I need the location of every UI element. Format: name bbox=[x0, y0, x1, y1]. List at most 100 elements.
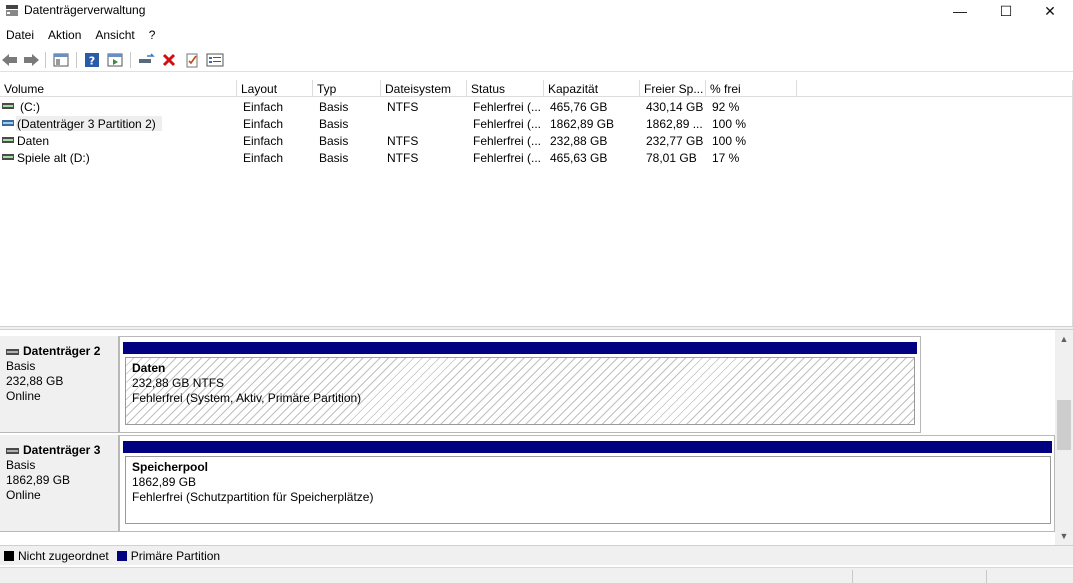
cell-status: Fehlerfrei (... bbox=[473, 134, 542, 148]
column-header-freier-speicher[interactable]: Freier Sp... bbox=[640, 80, 706, 97]
cell-dateisystem: NTFS bbox=[387, 151, 419, 165]
disk-drive-icon bbox=[6, 348, 19, 355]
svg-text:?: ? bbox=[89, 55, 95, 68]
toolbar: ? bbox=[0, 48, 1073, 72]
volume-drive-icon bbox=[2, 154, 14, 160]
column-header-volume[interactable]: Volume bbox=[0, 80, 237, 97]
cell-freier-speicher: 430,14 GB bbox=[646, 100, 704, 114]
column-header-dateisystem[interactable]: Dateisystem bbox=[381, 80, 467, 97]
partition-name: Daten bbox=[132, 361, 166, 375]
cell-freier-speicher: 232,77 GB bbox=[646, 134, 704, 148]
cell-volume: Spiele alt (D:) bbox=[17, 151, 90, 165]
delete-icon[interactable] bbox=[159, 51, 179, 69]
cell-layout: Einfach bbox=[243, 100, 284, 114]
volume-drive-icon bbox=[2, 120, 14, 126]
legend-label-primary: Primäre Partition bbox=[130, 548, 221, 563]
cell-freier-speicher: 78,01 GB bbox=[646, 151, 697, 165]
cell-dateisystem: NTFS bbox=[387, 100, 419, 114]
table-row[interactable]: (C:) Einfach Basis NTFS Fehlerfrei (... … bbox=[0, 98, 1073, 115]
status-pane bbox=[852, 570, 986, 583]
column-header-kapazitaet[interactable]: Kapazität bbox=[544, 80, 640, 97]
column-header-status[interactable]: Status bbox=[467, 80, 544, 97]
console-tree-icon[interactable] bbox=[51, 51, 71, 69]
column-header-typ[interactable]: Typ bbox=[313, 80, 381, 97]
disk-2-type: Basis bbox=[6, 359, 36, 373]
disk-3-name: Datenträger 3 bbox=[23, 443, 101, 457]
cell-status: Fehlerfrei (... bbox=[473, 100, 542, 114]
menu-datei[interactable]: Datei bbox=[0, 25, 40, 45]
scroll-up-button[interactable]: ▲ bbox=[1055, 332, 1073, 346]
toolbar-separator bbox=[130, 52, 131, 68]
cell-prozent-frei: 100 % bbox=[712, 134, 747, 148]
status-bar bbox=[0, 567, 1073, 583]
cell-layout: Einfach bbox=[243, 134, 284, 148]
cell-freier-speicher: 1862,89 ... bbox=[646, 117, 703, 131]
partition-status: Fehlerfrei (System, Aktiv, Primäre Parti… bbox=[132, 391, 362, 405]
legend-swatch-unallocated bbox=[4, 550, 14, 561]
column-header-layout[interactable]: Layout bbox=[237, 80, 313, 97]
cell-kapazitaet: 465,63 GB bbox=[550, 151, 608, 165]
menu-aktion[interactable]: Aktion bbox=[42, 25, 87, 45]
help-icon[interactable]: ? bbox=[82, 51, 102, 69]
column-header-prozent-frei[interactable]: % frei bbox=[706, 80, 797, 97]
disk-3-type: Basis bbox=[6, 458, 36, 472]
disk-2-partition-panel: Daten 232,88 GB NTFS Fehlerfrei (System,… bbox=[119, 336, 921, 433]
cell-typ: Basis bbox=[319, 151, 349, 165]
disk-2-label[interactable]: Datenträger 2 Basis 232,88 GB Online bbox=[0, 336, 119, 433]
disk-3-name-row: Datenträger 3 bbox=[6, 443, 118, 458]
cell-layout: Einfach bbox=[243, 151, 284, 165]
disk-drive-icon bbox=[6, 447, 19, 454]
volume-drive-icon bbox=[2, 137, 14, 143]
minimize-button[interactable]: — bbox=[937, 0, 983, 22]
cell-status: Fehlerfrei (... bbox=[473, 117, 542, 131]
partition-daten[interactable]: Daten 232,88 GB NTFS Fehlerfrei (System,… bbox=[125, 357, 915, 425]
cell-layout: Einfach bbox=[243, 117, 284, 131]
disk-2-name-row: Datenträger 2 bbox=[6, 344, 118, 359]
disk-3-size: 1862,89 GB bbox=[6, 473, 71, 487]
table-row[interactable]: Daten Einfach Basis NTFS Fehlerfrei (...… bbox=[0, 132, 1073, 149]
title-bar: Datenträgerverwaltung — ☐ ✕ bbox=[0, 0, 1073, 22]
cell-prozent-frei: 100 % bbox=[712, 117, 747, 131]
cell-dateisystem: NTFS bbox=[387, 134, 419, 148]
disk-view-scrollbar[interactable]: ▲ ▼ bbox=[1055, 330, 1073, 545]
cell-typ: Basis bbox=[319, 134, 349, 148]
partition-name: Speicherpool bbox=[132, 460, 209, 474]
toolbar-separator bbox=[45, 52, 46, 68]
partition-speicherpool[interactable]: Speicherpool 1862,89 GB Fehlerfrei (Schu… bbox=[125, 456, 1051, 524]
disk-graphical-view: Datenträger 2 Basis 232,88 GB Online Dat… bbox=[0, 330, 1055, 545]
menu-help[interactable]: ? bbox=[143, 25, 162, 45]
check-icon[interactable] bbox=[182, 51, 202, 69]
cell-status: Fehlerfrei (... bbox=[473, 151, 542, 165]
back-arrow-icon[interactable] bbox=[0, 51, 20, 69]
cell-kapazitaet: 232,88 GB bbox=[550, 134, 608, 148]
table-row[interactable]: (Datenträger 3 Partition 2) Einfach Basi… bbox=[0, 115, 1073, 132]
legend: Nicht zugeordnet Primäre Partition bbox=[0, 545, 1073, 565]
legend-label-unallocated: Nicht zugeordnet bbox=[18, 548, 109, 563]
disk-2-state: Online bbox=[6, 389, 41, 403]
partition-status: Fehlerfrei (Schutzpartition für Speicher… bbox=[132, 490, 374, 504]
legend-swatch-primary bbox=[116, 550, 127, 561]
cell-kapazitaet: 465,76 GB bbox=[550, 100, 608, 114]
cell-volume: Daten bbox=[17, 134, 50, 148]
scrollbar-thumb[interactable] bbox=[1057, 400, 1071, 450]
cell-volume: (Datenträger 3 Partition 2) bbox=[16, 116, 162, 131]
disk-2-size: 232,88 GB bbox=[6, 374, 64, 388]
primary-partition-bar bbox=[123, 441, 1052, 453]
scroll-down-button[interactable]: ▼ bbox=[1055, 529, 1073, 543]
forward-arrow-icon[interactable] bbox=[21, 51, 41, 69]
volume-list: Volume Layout Typ Dateisystem Status Kap… bbox=[0, 80, 1073, 326]
disk-management-app-icon bbox=[6, 5, 18, 16]
menu-ansicht[interactable]: Ansicht bbox=[89, 25, 140, 45]
partition-size: 1862,89 GB bbox=[132, 475, 197, 489]
cell-volume: (C:) bbox=[20, 100, 40, 114]
cell-typ: Basis bbox=[319, 117, 349, 131]
maximize-button[interactable]: ☐ bbox=[983, 0, 1029, 22]
properties-icon[interactable] bbox=[105, 51, 125, 69]
close-button[interactable]: ✕ bbox=[1027, 0, 1073, 22]
table-row[interactable]: Spiele alt (D:) Einfach Basis NTFS Fehle… bbox=[0, 149, 1073, 166]
primary-partition-bar bbox=[123, 342, 917, 354]
disk-3-label[interactable]: Datenträger 3 Basis 1862,89 GB Online bbox=[0, 435, 119, 532]
connect-drive-icon[interactable] bbox=[136, 51, 156, 69]
properties-list-icon[interactable] bbox=[205, 51, 225, 69]
cell-typ: Basis bbox=[319, 100, 349, 114]
